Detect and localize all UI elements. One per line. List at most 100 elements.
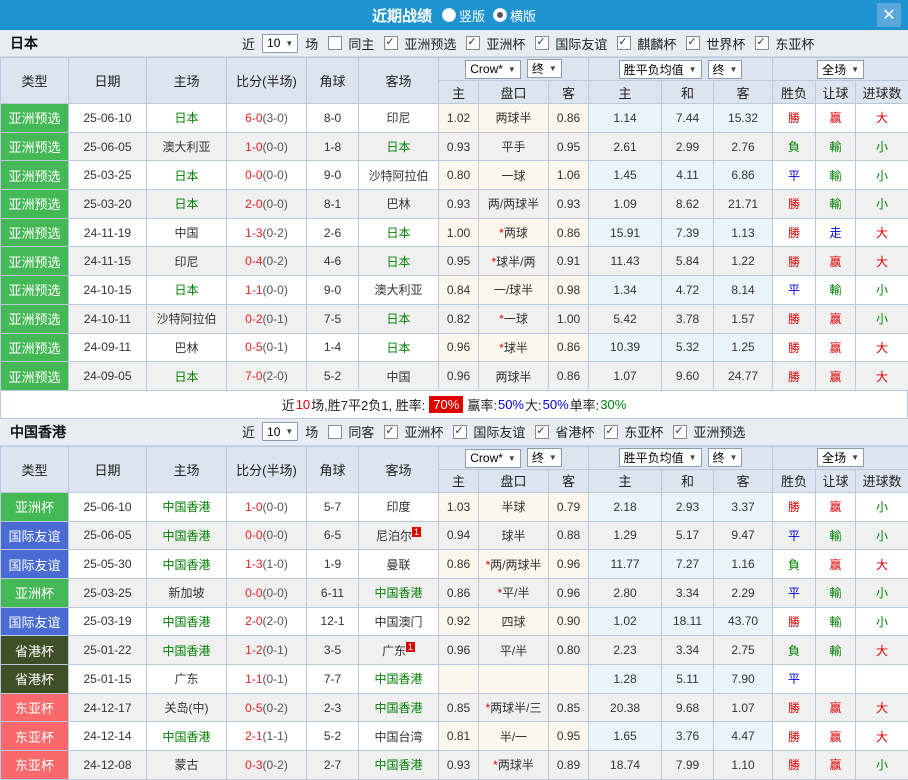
result-wdl: 平 — [773, 276, 816, 305]
odds-company-select[interactable]: Crow*▼ — [465, 60, 521, 79]
odds-time-select[interactable]: 终▼ — [527, 59, 562, 78]
avg-win: 1.28 — [589, 665, 662, 694]
result-handicap: 赢 — [816, 304, 856, 333]
competition-checkbox[interactable] — [617, 36, 631, 50]
avg-draw: 2.99 — [662, 132, 714, 161]
fulltime-score: 1-1 — [245, 672, 262, 686]
odds-time-select[interactable]: 终▼ — [527, 448, 562, 467]
odds-home: 0.93 — [439, 132, 479, 161]
corners: 5-7 — [307, 492, 359, 521]
result-wdl: 勝 — [773, 247, 816, 276]
competition-checkbox[interactable] — [384, 36, 398, 50]
away-team: 日本 — [359, 304, 439, 333]
competition-checkbox[interactable] — [466, 36, 480, 50]
same-venue-label: 同客 — [348, 422, 374, 441]
result-wdl: 負 — [773, 550, 816, 579]
halftime-score: (0-0) — [263, 528, 288, 542]
away-team: 日本 — [359, 132, 439, 161]
match-type-badge: 省港杯 — [1, 636, 69, 665]
summary-segment: 大: — [525, 395, 542, 414]
match-date: 25-01-22 — [69, 636, 147, 665]
handicap-text: 平手 — [501, 140, 525, 154]
odds-away: 0.89 — [549, 751, 589, 780]
avg-odds-select[interactable]: 胜平负均值▼ — [619, 60, 702, 79]
fulltime-score: 0-5 — [245, 701, 262, 715]
halftime-score: (0-0) — [263, 197, 288, 211]
match-type-badge: 亚洲预选 — [1, 362, 69, 391]
odds-home: 1.00 — [439, 218, 479, 247]
match-row: 省港杯25-01-22中国香港1-2(0-1)3-5广东10.96平/半0.80… — [1, 636, 908, 665]
chevron-down-icon: ▼ — [730, 453, 738, 462]
handicap-text: 平/半 — [502, 586, 529, 600]
avg-win: 20.38 — [589, 693, 662, 722]
result-goals: 小 — [856, 578, 908, 607]
same-venue-checkbox[interactable] — [328, 425, 342, 439]
close-button[interactable]: ✕ — [877, 3, 901, 27]
avg-draw: 5.17 — [662, 521, 714, 550]
chevron-down-icon: ▼ — [285, 39, 293, 48]
avg-time-select-value: 终 — [713, 449, 725, 466]
avg-win: 11.43 — [589, 247, 662, 276]
competition-label: 东亚杯 — [624, 422, 663, 441]
score: 0-3(0-2) — [227, 751, 307, 780]
scope-select-value: 全场 — [822, 449, 846, 466]
competition-checkbox[interactable] — [453, 425, 467, 439]
competition-checkbox[interactable] — [535, 36, 549, 50]
halftime-score: (1-1) — [263, 729, 288, 743]
away-team-flag: 1 — [406, 642, 415, 652]
dialog-title: 近期战绩 — [372, 5, 432, 26]
column-header: 类型 — [1, 446, 69, 492]
avg-win: 2.18 — [589, 492, 662, 521]
match-row: 亚洲预选25-06-10日本6-0(3-0)8-0印尼1.02两球半0.861.… — [1, 104, 908, 133]
score: 0-5(0-1) — [227, 333, 307, 362]
match-row: 东亚杯24-12-14中国香港2-1(1-1)5-2中国台湾0.81半/一0.9… — [1, 722, 908, 751]
avg-odds-select[interactable]: 胜平负均值▼ — [619, 448, 702, 467]
competition-checkbox[interactable] — [535, 425, 549, 439]
home-team: 中国香港 — [147, 550, 227, 579]
score: 1-1(0-0) — [227, 276, 307, 305]
horizontal-layout-label: 横版 — [510, 6, 536, 25]
competition-label: 亚洲杯 — [486, 34, 525, 53]
corners: 5-2 — [307, 362, 359, 391]
home-team: 巴林 — [147, 333, 227, 362]
scope-select[interactable]: 全场▼ — [817, 448, 864, 467]
competition-label: 亚洲预选 — [693, 422, 745, 441]
horizontal-layout-radio[interactable] — [493, 8, 507, 22]
match-date: 25-03-25 — [69, 161, 147, 190]
avg-lose: 1.22 — [714, 247, 773, 276]
results-table: 类型日期主场比分(半场)角球客场Crow*▼终▼胜平负均值▼终▼全场▼主盘口客主… — [0, 446, 908, 780]
avg-group-header: 胜平负均值▼终▼ — [589, 446, 773, 469]
avg-time-select[interactable]: 终▼ — [708, 448, 743, 467]
halftime-score: (0-0) — [263, 140, 288, 154]
vertical-layout-radio[interactable] — [442, 8, 456, 22]
home-team: 中国香港 — [147, 492, 227, 521]
scope-select[interactable]: 全场▼ — [817, 60, 864, 79]
match-date: 24-11-19 — [69, 218, 147, 247]
sub-column-header: 客 — [549, 469, 589, 492]
sub-column-header: 胜负 — [773, 81, 816, 104]
competition-checkbox[interactable] — [755, 36, 769, 50]
match-type-badge: 东亚杯 — [1, 751, 69, 780]
away-team: 中国香港 — [359, 578, 439, 607]
competition-checkbox[interactable] — [686, 36, 700, 50]
odds-company-select[interactable]: Crow*▼ — [465, 449, 521, 468]
score: 0-4(0-2) — [227, 247, 307, 276]
scope-select-value: 全场 — [822, 61, 846, 78]
competition-checkbox[interactable] — [384, 425, 398, 439]
avg-draw: 7.39 — [662, 218, 714, 247]
match-count-select[interactable]: 10▼ — [262, 34, 298, 53]
handicap-line: 半球 — [479, 492, 549, 521]
column-header: 主场 — [147, 58, 227, 104]
odds-home: 0.95 — [439, 247, 479, 276]
match-count-select[interactable]: 10▼ — [262, 422, 298, 441]
competition-checkbox[interactable] — [673, 425, 687, 439]
score: 2-1(1-1) — [227, 722, 307, 751]
corners: 7-5 — [307, 304, 359, 333]
matches-label: 场 — [305, 34, 318, 53]
same-venue-checkbox[interactable] — [328, 36, 342, 50]
away-team: 中国澳门 — [359, 607, 439, 636]
summary-row: 近10场,胜7平2负1, 胜率:70%赢率:50% 大:50% 单率:30% — [0, 391, 908, 419]
competition-checkbox[interactable] — [604, 425, 618, 439]
result-goals: 小 — [856, 276, 908, 305]
avg-time-select[interactable]: 终▼ — [708, 60, 743, 79]
